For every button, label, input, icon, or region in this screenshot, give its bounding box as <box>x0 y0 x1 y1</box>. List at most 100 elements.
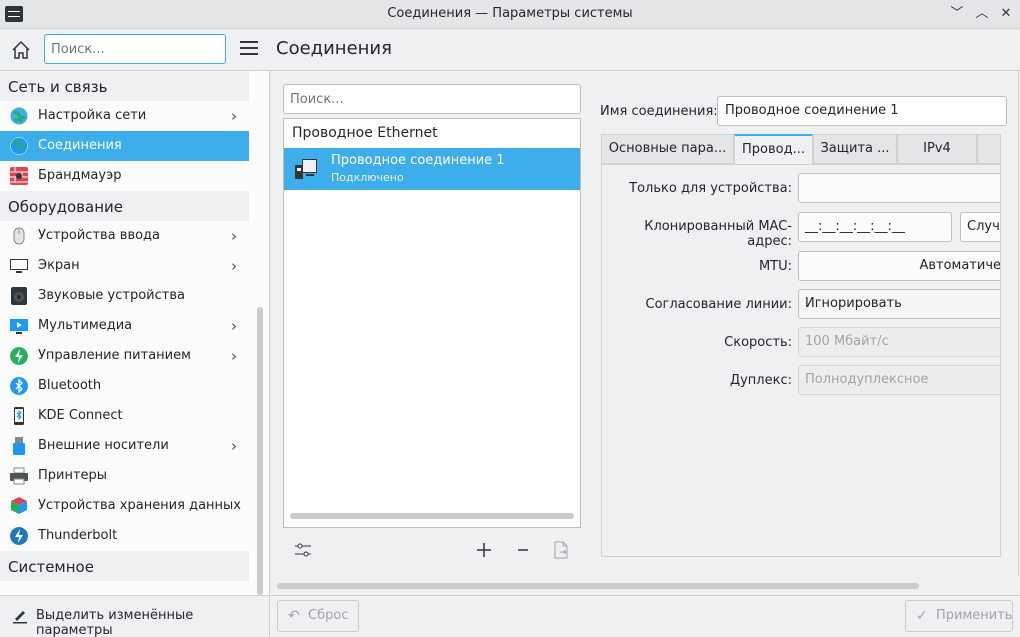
tab-wired[interactable]: Провод... <box>734 134 813 165</box>
random-mac-button[interactable]: Случа <box>960 212 1000 242</box>
page-title: Соединения <box>276 38 392 59</box>
sidebar-category-network: Сеть и связь <box>0 71 249 101</box>
sidebar-item-label: Устройства хранения данных <box>38 498 241 513</box>
sidebar-item-label: KDE Connect <box>38 408 123 423</box>
device-label: Только для устройства: <box>629 181 792 196</box>
apply-button[interactable]: ✓ Применить <box>905 600 1013 632</box>
monitor-icon <box>10 259 28 273</box>
wired-network-icon <box>295 159 317 179</box>
device-select[interactable] <box>798 173 1000 203</box>
connections-horizontal-scrollbar[interactable] <box>290 513 574 519</box>
mtu-spinbox[interactable]: Автоматиче <box>798 251 1000 281</box>
sidebar-toolbar <box>0 29 270 71</box>
title-bar: Соединения — Параметры системы ﹀ ︿ ✕ <box>0 0 1020 29</box>
sidebar-item-removable-storage[interactable]: Внешние носители › <box>0 431 249 461</box>
sidebar-item-network-settings[interactable]: Настройка сети › <box>0 101 249 131</box>
chevron-right-icon: › <box>231 437 237 455</box>
sidebar-item-multimedia[interactable]: Мультимедиа › <box>0 311 249 341</box>
sidebar-item-power[interactable]: Управление питанием › <box>0 341 249 371</box>
thunderbolt-icon <box>10 527 28 545</box>
tab-ipv4[interactable]: IPv4 <box>897 134 977 164</box>
sidebar-item-storage-devices[interactable]: Устройства хранения данных <box>0 491 249 521</box>
editor-tabs: Основные пара... Провод... Защита ... IP… <box>601 134 1001 165</box>
mtu-label: MTU: <box>758 259 792 274</box>
chevron-right-icon: › <box>231 227 237 245</box>
undo-icon: ↶ <box>288 608 300 624</box>
multimedia-icon <box>10 319 28 334</box>
minimize-button[interactable]: ﹀ <box>948 5 966 23</box>
maximize-button[interactable]: ︿ <box>973 5 991 23</box>
connection-group-label: Проводное Ethernet <box>292 125 438 141</box>
globe-icon <box>10 107 28 125</box>
connection-name: Проводное соединение 1 <box>331 153 505 168</box>
sidebar-category-hardware: Оборудование <box>0 191 249 221</box>
tab-overflow[interactable] <box>977 134 1001 164</box>
sidebar-item-label: Мультимедиа <box>38 318 133 333</box>
header-divider <box>270 70 1020 71</box>
minus-icon <box>518 549 528 551</box>
sidebar-item-label: Управление питанием <box>38 348 191 363</box>
link-negotiation-select[interactable]: Игнорировать <box>798 289 1000 319</box>
storage-icon <box>11 497 27 514</box>
highlight-changes-button[interactable]: Выделить изменённые параметры <box>0 595 270 637</box>
sidebar-item-thunderbolt[interactable]: Thunderbolt <box>0 521 249 551</box>
hamburger-menu-button[interactable] <box>240 41 258 57</box>
printer-icon <box>10 467 28 485</box>
highlight-changes-label: Выделить изменённые параметры <box>36 608 194 637</box>
footer-bar: ↶ Сброс ✓ Применить <box>270 595 1020 637</box>
sidebar-item-label: Устройства ввода <box>38 228 161 243</box>
speed-label: Скорость: <box>724 335 792 350</box>
sidebar-item-label: Брандмауэр <box>38 168 122 183</box>
sidebar-item-printers[interactable]: Принтеры <box>0 461 249 491</box>
duplex-label: Дуплекс: <box>729 373 792 388</box>
sidebar-item-display[interactable]: Экран › <box>0 251 249 281</box>
connections-list: Проводное Ethernet Проводное соединение … <box>283 118 581 528</box>
sidebar-item-audio[interactable]: Звуковые устройства <box>0 281 249 311</box>
checkmark-icon: ✓ <box>916 608 928 624</box>
export-connection-button[interactable] <box>551 540 571 560</box>
window-title: Соединения — Параметры системы <box>387 6 633 21</box>
sidebar-item-label: Звуковые устройства <box>38 288 185 303</box>
tab-security[interactable]: Защита ... <box>813 134 897 164</box>
reset-label: Сброс <box>308 608 349 623</box>
chevron-right-icon: › <box>231 317 237 335</box>
sidebar-scrollbar[interactable] <box>257 307 263 595</box>
panel-divider <box>1018 71 1019 576</box>
sidebar-item-firewall[interactable]: Брандмауэр <box>0 161 249 191</box>
power-icon <box>10 347 28 365</box>
connection-name-input[interactable]: Проводное соединение 1 <box>717 96 1007 126</box>
sidebar-item-label: Соединения <box>38 138 122 153</box>
mac-address-input[interactable]: __:__:__:__:__:__ <box>798 212 952 242</box>
tab-general[interactable]: Основные пара... <box>601 134 734 164</box>
sidebar-category-system-admin: Системное администрирование <box>0 551 249 595</box>
sidebar-search-input[interactable] <box>44 34 226 64</box>
sidebar-item-label: Настройка сети <box>38 108 147 123</box>
sidebar-item-label: Bluetooth <box>38 378 102 393</box>
home-button[interactable] <box>10 39 32 61</box>
main-horizontal-scrollbar[interactable] <box>277 583 919 589</box>
bluetooth-icon <box>10 377 28 395</box>
connections-search-input[interactable] <box>283 84 581 114</box>
connection-settings-button[interactable] <box>293 540 313 560</box>
usb-icon <box>13 437 25 455</box>
remove-connection-button[interactable] <box>513 540 533 560</box>
speed-select: 100 Мбайт/с <box>798 327 1000 357</box>
sidebar-item-label: Внешние носители <box>38 438 169 453</box>
sidebar-item-label: Экран <box>38 258 80 273</box>
connection-item[interactable]: Проводное соединение 1 Подключено <box>284 148 580 190</box>
add-connection-button[interactable] <box>474 540 494 560</box>
sidebar-item-bluetooth[interactable]: Bluetooth <box>0 371 249 401</box>
sidebar-item-label: Thunderbolt <box>38 528 118 543</box>
sidebar-item-connections[interactable]: Соединения <box>0 131 249 161</box>
sidebar-item-kde-connect[interactable]: KDE Connect <box>0 401 249 431</box>
highlighter-icon <box>13 611 27 624</box>
chevron-right-icon: › <box>231 347 237 365</box>
wired-settings-panel: Только для устройства: Клонированный MAC… <box>601 164 1001 557</box>
sidebar: Сеть и связь Настройка сети › Соединения… <box>0 71 270 595</box>
chevron-right-icon: › <box>231 107 237 125</box>
close-button[interactable]: ✕ <box>997 5 1015 23</box>
chevron-right-icon: › <box>231 257 237 275</box>
mac-address-label: Клонированный MAC-адрес: <box>644 219 792 249</box>
reset-button[interactable]: ↶ Сброс <box>277 600 359 632</box>
sidebar-item-input-devices[interactable]: Устройства ввода › <box>0 221 249 251</box>
